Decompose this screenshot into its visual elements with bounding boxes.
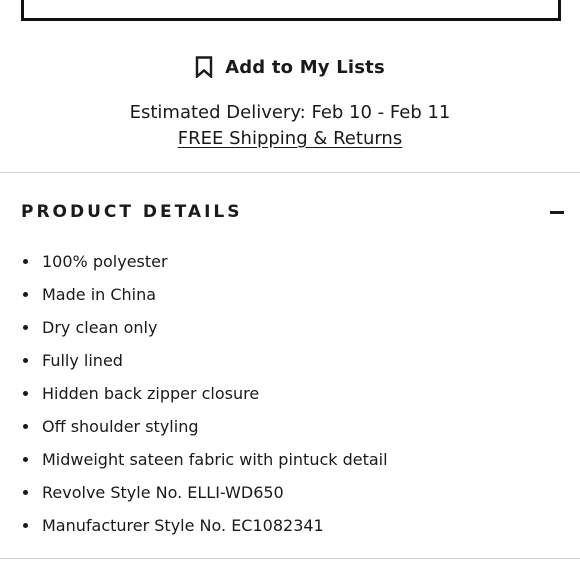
- bullet-icon: [23, 490, 28, 495]
- estimated-delivery: Estimated Delivery: Feb 10 - Feb 11: [129, 102, 451, 123]
- free-shipping-link[interactable]: FREE Shipping & Returns: [178, 128, 402, 149]
- detail-text: Hidden back zipper closure: [42, 384, 260, 403]
- product-details-list: 100% polyester Made in China Dry clean o…: [0, 245, 580, 542]
- shipping-returns-row: FREE Shipping & Returns: [0, 126, 580, 151]
- add-to-bag-button[interactable]: [21, 0, 561, 21]
- list-item: Midweight sateen fabric with pintuck det…: [0, 443, 580, 476]
- list-item: Manufacturer Style No. EC1082341: [0, 509, 580, 542]
- list-item: Dry clean only: [0, 311, 580, 344]
- bullet-icon: [23, 457, 28, 462]
- list-item: Made in China: [0, 278, 580, 311]
- detail-text: Revolve Style No. ELLI-WD650: [42, 483, 284, 502]
- bullet-icon: [23, 523, 28, 528]
- bookmark-icon: [195, 56, 213, 78]
- add-to-lists-button[interactable]: Add to My Lists: [0, 52, 580, 82]
- detail-text: Dry clean only: [42, 318, 158, 337]
- bullet-icon: [23, 391, 28, 396]
- add-to-lists-label: Add to My Lists: [225, 56, 385, 78]
- product-details-header[interactable]: PRODUCT DETAILS: [21, 196, 566, 228]
- bullet-icon: [23, 358, 28, 363]
- bullet-icon: [23, 259, 28, 264]
- detail-text: Off shoulder styling: [42, 417, 199, 436]
- product-page: Add to My Lists Estimated Delivery: Feb …: [0, 0, 580, 580]
- list-item: Hidden back zipper closure: [0, 377, 580, 410]
- detail-text: Made in China: [42, 285, 157, 304]
- detail-text: 100% polyester: [42, 252, 168, 271]
- list-item: Fully lined: [0, 344, 580, 377]
- detail-text: Fully lined: [42, 351, 123, 370]
- list-item: Off shoulder styling: [0, 410, 580, 443]
- list-item: 100% polyester: [0, 245, 580, 278]
- detail-text: Midweight sateen fabric with pintuck det…: [42, 450, 388, 469]
- detail-text: Manufacturer Style No. EC1082341: [42, 516, 324, 535]
- list-item: Revolve Style No. ELLI-WD650: [0, 476, 580, 509]
- divider: [0, 172, 580, 173]
- bullet-icon: [23, 325, 28, 330]
- bullet-icon: [23, 424, 28, 429]
- divider: [0, 558, 580, 559]
- product-details-title: PRODUCT DETAILS: [21, 202, 243, 222]
- bullet-icon: [23, 292, 28, 297]
- minus-icon[interactable]: [550, 210, 564, 214]
